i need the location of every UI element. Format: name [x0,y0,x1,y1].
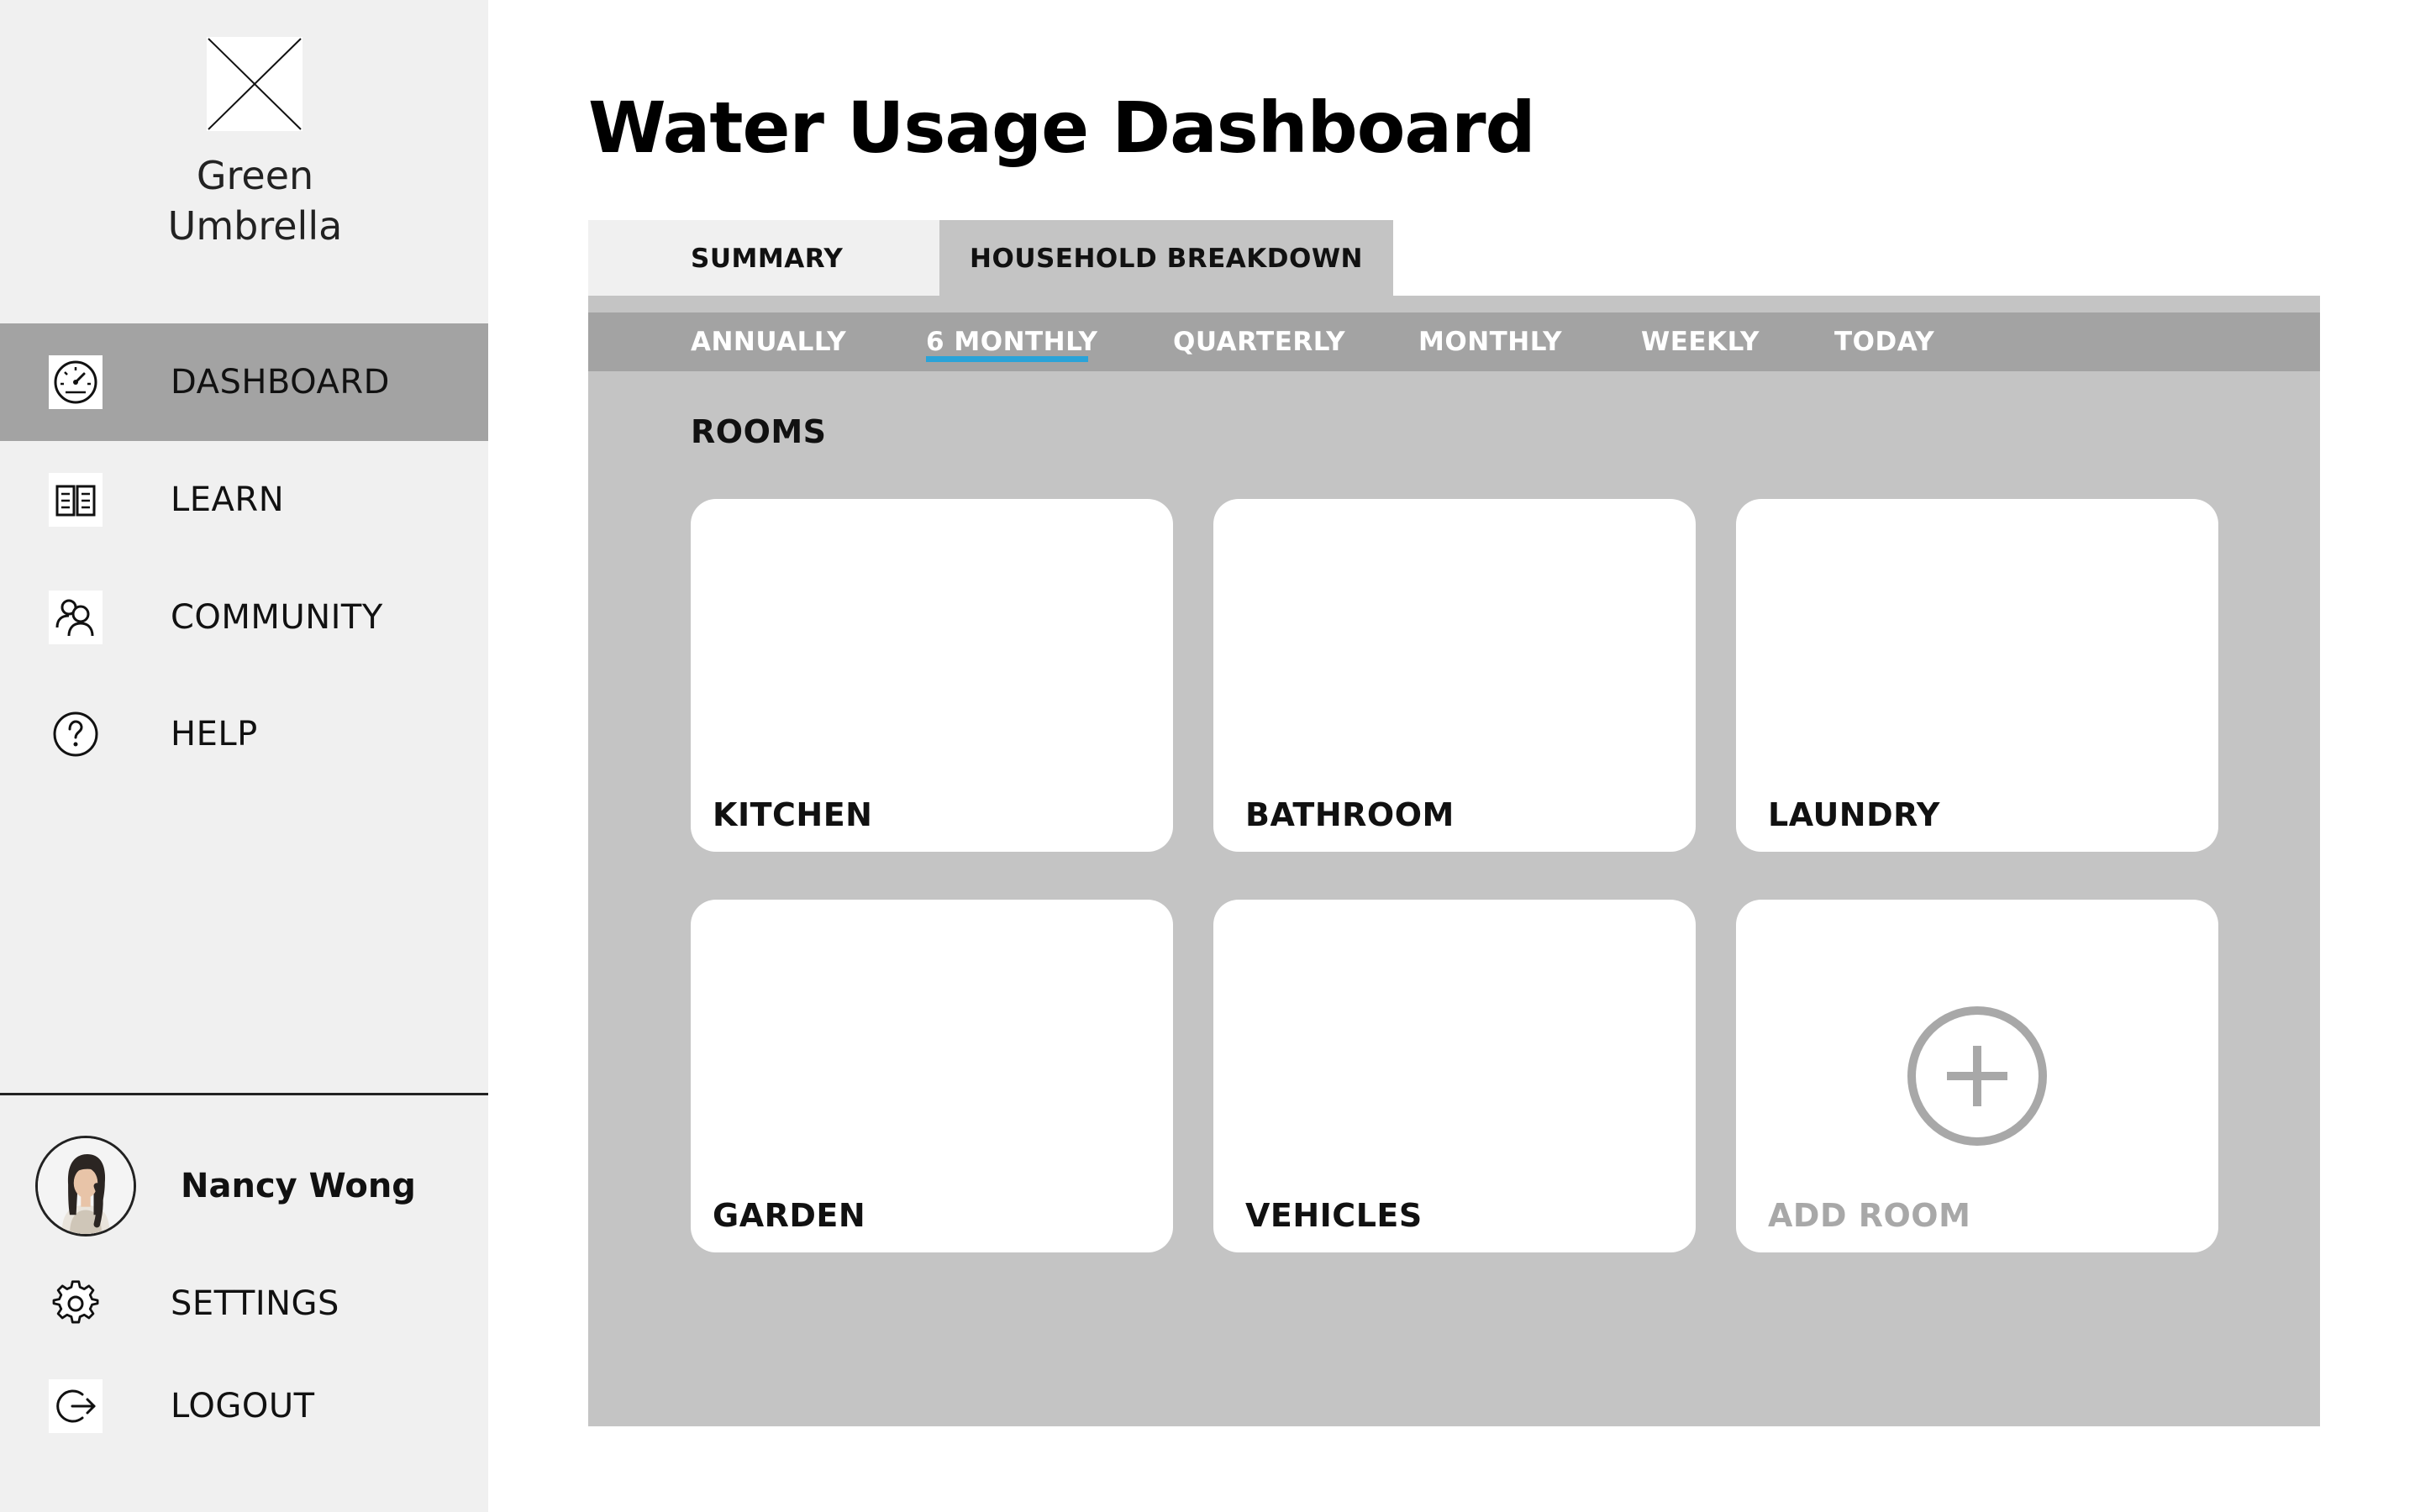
user-avatar[interactable] [35,1136,136,1236]
active-period-underline [926,356,1088,362]
room-card-label: LAUNDRY [1768,796,1940,833]
question-circle-icon [49,707,103,761]
gear-icon [49,1277,103,1331]
sidebar-item-label: LEARN [171,480,285,519]
rooms-heading: ROOMS [691,413,827,450]
room-card-label: BATHROOM [1245,796,1455,833]
period-annually[interactable]: ANNUALLY [691,312,846,371]
sidebar-item-dashboard[interactable]: DASHBOARD [0,323,488,441]
sidebar: Green Umbrella DASHBOARD LEARN COMMUNITY… [0,0,488,1512]
room-card-label: GARDEN [713,1197,866,1234]
room-card-laundry[interactable]: LAUNDRY [1736,499,2218,852]
people-icon [49,591,103,644]
period-monthly[interactable]: MONTHLY [1418,312,1562,371]
period-6-monthly[interactable]: 6 MONTHLY [926,312,1097,371]
logo-placeholder-icon [207,37,302,131]
room-card-kitchen[interactable]: KITCHEN [691,499,1173,852]
sidebar-item-community[interactable]: COMMUNITY [0,559,488,676]
user-name: Nancy Wong [181,1167,416,1205]
room-card-label: VEHICLES [1245,1197,1423,1234]
sidebar-item-label: SETTINGS [171,1284,339,1323]
add-room-label: ADD ROOM [1768,1197,1971,1234]
speedometer-icon [49,355,103,409]
period-today[interactable]: TODAY [1834,312,1934,371]
sidebar-item-logout[interactable]: LOGOUT [0,1347,488,1465]
period-weekly[interactable]: WEEKLY [1641,312,1760,371]
page-title: Water Usage Dashboard [588,87,1536,169]
logout-icon [49,1379,103,1433]
breakdown-panel [588,296,2320,1426]
sidebar-item-settings[interactable]: SETTINGS [0,1245,488,1362]
sidebar-item-label: LOGOUT [171,1387,315,1425]
room-card-label: KITCHEN [713,796,873,833]
brand-name-line2: Umbrella [167,203,343,249]
room-card-garden[interactable]: GARDEN [691,900,1173,1252]
period-quarterly[interactable]: QUARTERLY [1173,312,1345,371]
add-room-button[interactable]: ADD ROOM [1736,900,2218,1252]
sidebar-item-label: COMMUNITY [171,598,383,637]
tab-household-breakdown[interactable]: HOUSEHOLD BREAKDOWN [939,220,1393,297]
plus-circle-icon [1907,1005,2048,1147]
book-icon [49,473,103,527]
sidebar-item-learn[interactable]: LEARN [0,441,488,559]
room-card-bathroom[interactable]: BATHROOM [1213,499,1696,852]
sidebar-item-help[interactable]: HELP [0,675,488,793]
sidebar-item-label: DASHBOARD [171,363,390,402]
sidebar-item-label: HELP [171,715,258,753]
brand-name-line1: Green [196,153,314,198]
sidebar-divider [0,1093,488,1095]
room-card-vehicles[interactable]: VEHICLES [1213,900,1696,1252]
tab-summary[interactable]: SUMMARY [588,220,939,297]
